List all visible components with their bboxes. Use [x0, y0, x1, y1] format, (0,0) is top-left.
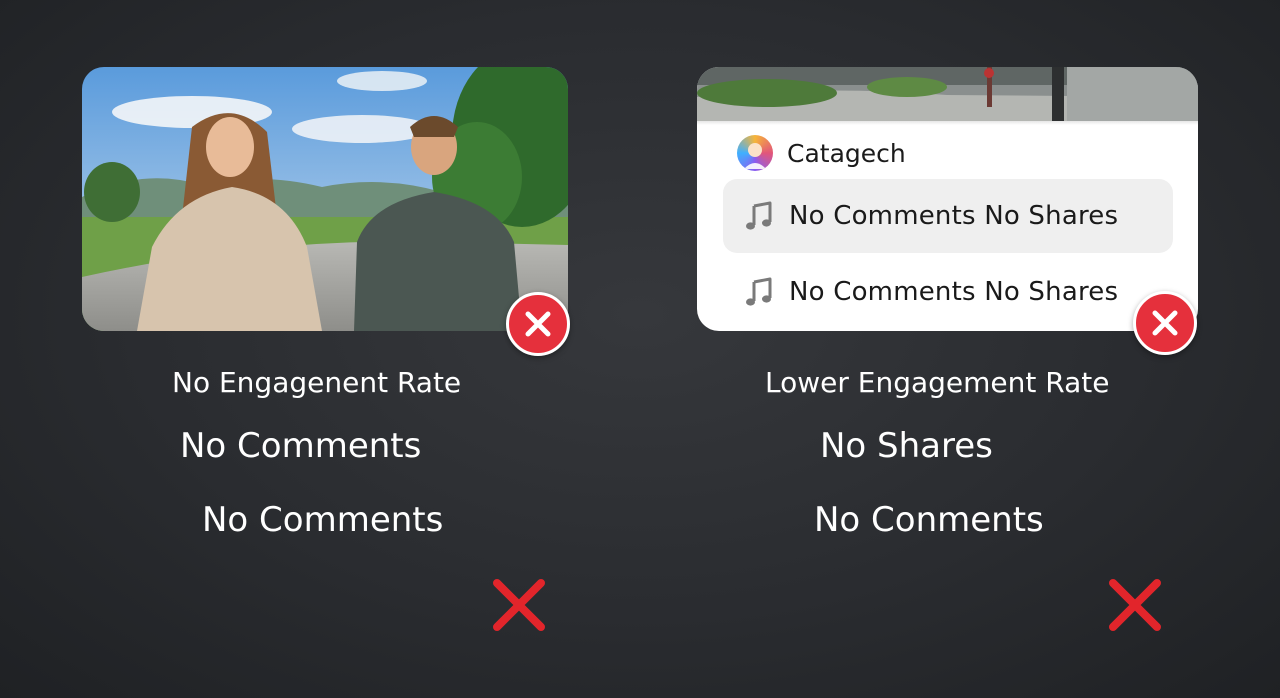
engagement-heading: No Engagenent Rate [172, 366, 462, 399]
post-card[interactable]: Catagech No Comments No Shares No Commen… [697, 67, 1198, 331]
sound-item[interactable]: No Comments No Shares [723, 179, 1173, 253]
shares-line: No Shares [820, 426, 993, 466]
street-photo [697, 67, 1198, 125]
close-button[interactable] [1133, 291, 1197, 355]
close-button[interactable] [506, 292, 570, 356]
music-note-icon [746, 201, 772, 230]
comments-line: No Comments [202, 500, 444, 540]
photo-card[interactable] [82, 67, 568, 331]
music-note-icon [746, 277, 772, 306]
red-x-icon [1109, 579, 1161, 631]
sound-label: No Comments No Shares [789, 277, 1119, 307]
people-photo [82, 67, 568, 331]
comments-line: No Conments [814, 500, 1044, 540]
video-thumbnail [697, 67, 1198, 125]
engagement-heading: Lower Engagement Rate [765, 366, 1110, 399]
sound-label: No Comments No Shares [789, 201, 1119, 231]
account-row[interactable]: Catagech [737, 133, 906, 173]
close-icon [1152, 310, 1178, 336]
account-name: Catagech [787, 138, 906, 168]
red-x-icon [493, 579, 545, 631]
avatar [737, 135, 773, 171]
close-icon [525, 311, 551, 337]
avatar-icon [744, 143, 766, 169]
comments-line: No Comments [180, 426, 422, 466]
sound-item[interactable]: No Comments No Shares [723, 255, 1173, 329]
